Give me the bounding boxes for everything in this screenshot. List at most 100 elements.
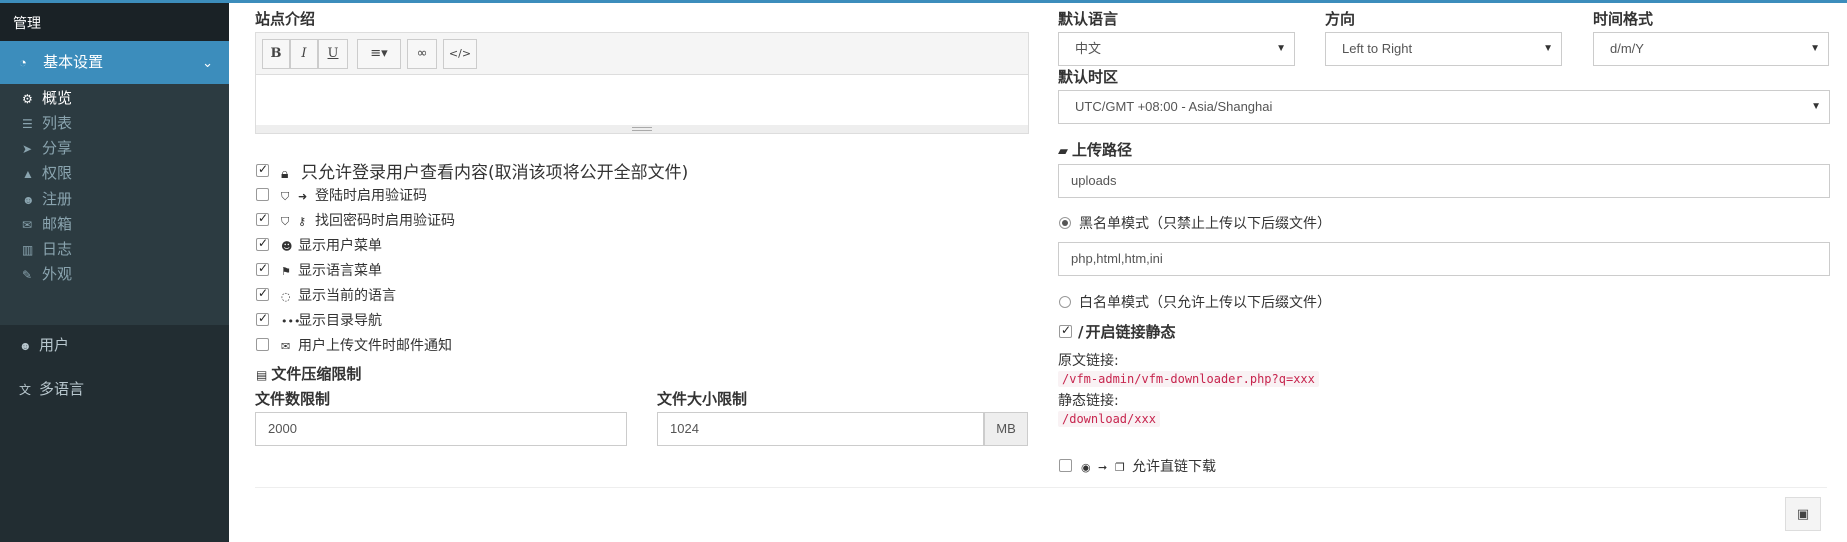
- cogs-icon: ⚙: [22, 92, 33, 106]
- sidebar-item-overview[interactable]: ⚙ 概览: [22, 86, 72, 112]
- blacklist-radio[interactable]: [1059, 217, 1071, 229]
- user-menu-option: ☻ 显示用户菜单: [281, 238, 382, 254]
- align-left-icon: ≡▾: [370, 46, 388, 61]
- sidebar-item-share[interactable]: ➤ 分享: [22, 136, 72, 162]
- file-count-input[interactable]: 2000: [255, 412, 627, 446]
- editor-toolbar: B I U ≡▾ ∞ </>: [256, 33, 1028, 75]
- sign-in-icon: ➜: [298, 190, 308, 203]
- eye-icon: ◉: [1081, 461, 1091, 474]
- user-menu-checkbox[interactable]: [256, 236, 269, 251]
- save-icon: ▣: [1796, 506, 1810, 521]
- reset-captcha-option: ⛉ ⚷ 找回密码时启用验证码: [281, 213, 455, 229]
- sidebar: 管理 ◔ 基本设置 ⌄ ⚙ 概览 ☰ 列表 ➤ 分享 ▲ 权限 ☻ 注册 ✉ 邮箱 ▥ 日志 …: [0, 0, 229, 542]
- sidebar-item-email[interactable]: ✉ 邮箱: [22, 212, 72, 238]
- sidebar-item-list[interactable]: ☰ 列表: [22, 111, 72, 137]
- whitelist-radio[interactable]: [1059, 296, 1071, 308]
- sidebar-submenu: ⚙ 概览 ☰ 列表 ➤ 分享 ▲ 权限 ☻ 注册 ✉ 邮箱 ▥ 日志 ✎ 外观: [0, 84, 229, 325]
- paper-plane-icon: ➤: [22, 142, 33, 156]
- direct-link-option: ◉ ➞ ❐ 允许直链下载: [1081, 459, 1216, 475]
- upload-path-label: ▰ 上传路径: [1058, 141, 1133, 159]
- italic-button[interactable]: I: [290, 39, 318, 69]
- whitelist-label: 白名单模式（只允许上传以下后缀文件）: [1079, 295, 1331, 311]
- sidebar-item-register[interactable]: ☻ 注册: [22, 187, 72, 213]
- direction-select[interactable]: Left to Right ▼: [1325, 32, 1562, 66]
- editor-resize-handle[interactable]: [256, 125, 1028, 133]
- sidebar-item-users[interactable]: ☻ 用户: [19, 331, 69, 361]
- users-icon: ☻: [19, 339, 32, 353]
- login-captcha-checkbox[interactable]: [256, 188, 269, 201]
- list-icon: ☰: [22, 117, 33, 131]
- code-icon: </>: [448, 47, 472, 60]
- language-menu-checkbox[interactable]: [256, 261, 269, 276]
- login-captcha-option: ⛉ ➜ 登陆时启用验证码: [281, 188, 427, 204]
- sidebar-item-basic-settings[interactable]: ◔ 基本设置 ⌄: [0, 41, 229, 84]
- settings-panel: 站点介绍 B I U ≡▾ ∞ </> 🔒︎只允许登录用户查看内容(取消该项将公…: [229, 3, 1847, 542]
- current-language-checkbox[interactable]: [256, 286, 269, 301]
- dropdown-arrow-icon: ▼: [1543, 43, 1553, 54]
- upload-notify-checkbox[interactable]: [256, 338, 269, 351]
- paint-brush-icon: ✎: [22, 268, 33, 282]
- copy-icon: ❐: [1115, 461, 1125, 474]
- envelope-icon: ✉: [281, 340, 291, 353]
- dropdown-arrow-icon: ▼: [1810, 43, 1820, 54]
- shield-icon: ⛉: [281, 190, 290, 203]
- align-dropdown-button[interactable]: ≡▾: [357, 39, 401, 69]
- sidebar-header: 管理: [0, 3, 229, 41]
- permalink-label: / 开启链接静态: [1078, 323, 1176, 341]
- compress-title: ▤ 文件压缩限制: [256, 365, 362, 383]
- envelope-icon: ✉: [22, 218, 33, 232]
- key-icon: ⚷: [298, 215, 307, 228]
- original-link-label: 原文链接:: [1058, 353, 1119, 369]
- flag-icon: ⚑: [281, 265, 291, 278]
- arrow-right-icon: ➞: [1098, 461, 1108, 474]
- underline-button[interactable]: U: [318, 39, 348, 69]
- current-language-option: ◌ 显示当前的语言: [281, 288, 396, 304]
- link-button[interactable]: ∞: [407, 39, 437, 69]
- site-intro-editor: B I U ≡▾ ∞ </>: [255, 32, 1029, 134]
- default-language-select[interactable]: 中文 ▼: [1058, 32, 1295, 66]
- code-view-button[interactable]: </>: [443, 39, 477, 69]
- sidebar-item-appearance[interactable]: ✎ 外观: [22, 262, 72, 288]
- sidebar-item-permissions[interactable]: ▲ 权限: [22, 161, 72, 187]
- breadcrumb-nav-checkbox[interactable]: [256, 311, 269, 326]
- login-only-checkbox[interactable]: [256, 162, 269, 177]
- timezone-label: 默认时区: [1058, 68, 1119, 86]
- editor-textarea[interactable]: [256, 75, 1028, 125]
- permalink-checkbox[interactable]: [1059, 323, 1072, 338]
- upload-path-input[interactable]: uploads: [1058, 164, 1830, 198]
- static-link-code: /download/xxx: [1058, 411, 1160, 427]
- lock-icon: 🔒︎: [281, 166, 289, 182]
- user-plus-icon: ☻: [22, 193, 35, 207]
- language-menu-option: ⚑ 显示语言菜单: [281, 263, 382, 279]
- bold-button[interactable]: B: [262, 39, 290, 69]
- timezone-select[interactable]: UTC/GMT +08:00 - Asia/Shanghai ▼: [1058, 90, 1830, 124]
- dashboard-icon: ◔: [19, 55, 27, 70]
- time-format-select[interactable]: d/m/Y ▼: [1593, 32, 1829, 66]
- sidebar-item-label: 基本设置: [43, 54, 104, 71]
- blacklist-input[interactable]: php,html,htm,ini: [1058, 242, 1830, 276]
- sidebar-item-languages[interactable]: 文多语言: [19, 375, 84, 405]
- time-format-label: 时间格式: [1593, 10, 1654, 28]
- breadcrumb-nav-option: •••显示目录导航: [281, 313, 382, 329]
- static-link-label: 静态链接:: [1058, 393, 1119, 409]
- file-size-unit: MB: [984, 412, 1028, 446]
- dropdown-arrow-icon: ▼: [1811, 101, 1821, 112]
- sidebar-item-log[interactable]: ▥ 日志: [22, 237, 72, 263]
- login-only-option: 🔒︎ 只允许登录用户查看内容(取消该项将公开全部文件): [281, 163, 689, 183]
- shield-icon: ⛉: [281, 215, 290, 228]
- user-icon: ☻: [281, 240, 293, 253]
- direct-link-checkbox[interactable]: [1059, 459, 1072, 472]
- blacklist-label: 黑名单模式（只禁止上传以下后缀文件）: [1079, 216, 1331, 232]
- file-size-input[interactable]: 1024: [657, 412, 984, 446]
- comment-icon: ◌: [281, 290, 291, 303]
- top-accent-bar: [0, 0, 1847, 3]
- dropdown-arrow-icon: ▼: [1276, 43, 1286, 54]
- bar-chart-icon: ▥: [22, 243, 34, 257]
- original-link-code: /vfm-admin/vfm-downloader.php?q=xxx: [1058, 371, 1319, 387]
- folder-open-icon: ▰: [1058, 144, 1068, 159]
- site-intro-label: 站点介绍: [255, 10, 316, 28]
- save-button[interactable]: ▣: [1785, 497, 1821, 531]
- form-divider: [255, 487, 1827, 488]
- file-archive-icon: ▤: [256, 368, 268, 382]
- reset-captcha-checkbox[interactable]: [256, 211, 269, 226]
